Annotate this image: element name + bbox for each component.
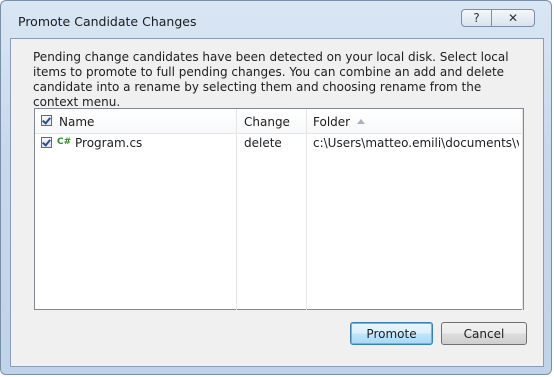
instructions-text: Pending change candidates have been dete… xyxy=(33,50,509,109)
row-folder: c:\Users\matteo.emili\documents\v... xyxy=(313,136,519,150)
close-icon: ✕ xyxy=(507,11,519,25)
csharp-file-icon: C# xyxy=(57,137,72,147)
table-row[interactable]: C# Program.cs delete c:\Users\matteo.emi… xyxy=(35,134,523,152)
promote-button[interactable]: Promote xyxy=(350,322,433,345)
title-bar[interactable]: Promote Candidate Changes ? ✕ xyxy=(1,1,551,37)
column-header-folder[interactable]: Folder xyxy=(313,115,350,129)
list-header: Name Change Folder xyxy=(35,109,523,134)
row-checkbox[interactable] xyxy=(41,137,52,148)
help-icon: ? xyxy=(473,11,480,25)
dialog-client-area: Pending change candidates have been dete… xyxy=(10,38,544,367)
dialog-title: Promote Candidate Changes xyxy=(18,14,197,29)
row-name: Program.cs xyxy=(75,136,143,150)
close-button[interactable]: ✕ xyxy=(492,9,535,27)
column-header-name[interactable]: Name xyxy=(59,115,94,129)
dialog-window: Promote Candidate Changes ? ✕ Pending ch… xyxy=(0,0,552,375)
help-button[interactable]: ? xyxy=(461,9,492,27)
sort-ascending-icon xyxy=(357,119,365,124)
cancel-button[interactable]: Cancel xyxy=(441,322,527,345)
select-all-checkbox[interactable] xyxy=(41,115,52,126)
column-header-change[interactable]: Change xyxy=(244,115,290,129)
candidate-list[interactable]: Name Change Folder C# Program.cs delete … xyxy=(34,108,524,310)
caption-buttons: ? ✕ xyxy=(461,9,535,29)
row-change: delete xyxy=(244,136,282,150)
